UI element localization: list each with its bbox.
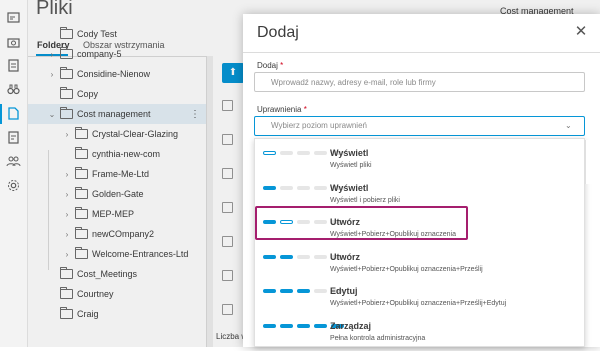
permission-option-title: Edytuj bbox=[330, 286, 358, 296]
level-segment bbox=[314, 185, 327, 190]
level-segment bbox=[314, 151, 327, 155]
permission-option-title: Utwórz bbox=[330, 251, 360, 262]
add-field-label: Dodaj * bbox=[257, 61, 284, 70]
permission-level-select[interactable]: Wybierz poziom uprawnień bbox=[254, 116, 585, 136]
dialog-header-divider bbox=[243, 52, 600, 53]
level-segment bbox=[280, 151, 293, 155]
dialog-title: Dodaj bbox=[257, 24, 299, 41]
level-segment bbox=[297, 289, 310, 293]
permission-option-description: Wyświetl pliki bbox=[330, 162, 372, 169]
permission-option[interactable]: Wyświetl Wyświetl pliki bbox=[255, 141, 586, 178]
level-segment bbox=[297, 254, 310, 259]
level-segment bbox=[297, 151, 310, 155]
level-segment bbox=[263, 323, 276, 328]
highlight-box bbox=[255, 206, 468, 240]
permission-option[interactable]: Utwórz Wyświetl+Pobierz+Opublikuj oznacze… bbox=[255, 245, 586, 282]
chevron-down-icon: ⌄ bbox=[565, 121, 572, 130]
level-segment bbox=[297, 185, 310, 190]
left-nav-rail bbox=[0, 0, 28, 347]
permission-option-title: Wyświetl bbox=[330, 182, 369, 193]
level-segment bbox=[314, 323, 327, 328]
add-people-input[interactable]: Wprowadź nazwy, adresy e-mail, role lub … bbox=[254, 72, 585, 92]
files-icon[interactable] bbox=[6, 106, 21, 121]
level-segment bbox=[263, 151, 276, 155]
camera-icon[interactable] bbox=[6, 35, 21, 50]
permission-option[interactable]: Edytuj Wyświetl+Pobierz+Opublikuj oznacze… bbox=[255, 279, 586, 316]
settings-gear-icon[interactable] bbox=[6, 178, 21, 193]
rail-active-indicator bbox=[0, 104, 2, 124]
level-segment bbox=[280, 323, 293, 328]
permission-option-title: Zarządzaj bbox=[330, 320, 372, 331]
permission-option-description: Wyświetl i pobierz pliki bbox=[330, 196, 400, 204]
binoculars-icon[interactable] bbox=[6, 82, 21, 97]
level-segment bbox=[280, 254, 293, 259]
level-segment bbox=[280, 185, 293, 190]
dialog-side-edge bbox=[585, 140, 600, 184]
sheets-icon[interactable] bbox=[6, 58, 21, 73]
issues-icon[interactable] bbox=[6, 130, 21, 145]
permission-option-description: Wyświetl+Pobierz+Opublikuj oznaczenia+Pr… bbox=[330, 300, 507, 307]
home-icon[interactable] bbox=[6, 10, 21, 25]
permission-option-description: Wyświetl+Pobierz+Opublikuj oznaczenia+Pr… bbox=[330, 265, 483, 273]
members-icon[interactable] bbox=[6, 154, 21, 169]
level-segment bbox=[297, 323, 310, 328]
permission-option-title: Wyświetl bbox=[330, 148, 369, 158]
close-icon[interactable]: ✕ bbox=[574, 24, 588, 40]
permission-options-list: Wyświetl Wyświetl pliki Wyświetl Wyświetl i… bbox=[254, 138, 585, 347]
permissions-label: Uprawnienia * bbox=[257, 105, 307, 114]
level-segment bbox=[314, 289, 327, 293]
level-segment bbox=[280, 289, 293, 293]
level-segment bbox=[263, 185, 276, 190]
level-segment bbox=[263, 254, 276, 259]
level-segment bbox=[263, 289, 276, 293]
level-segment bbox=[314, 254, 327, 259]
permission-option[interactable]: Zarządzaj Pełna kontrola administracyjna bbox=[255, 314, 586, 351]
permission-option-description: Pełna kontrola administracyjna bbox=[330, 334, 426, 342]
